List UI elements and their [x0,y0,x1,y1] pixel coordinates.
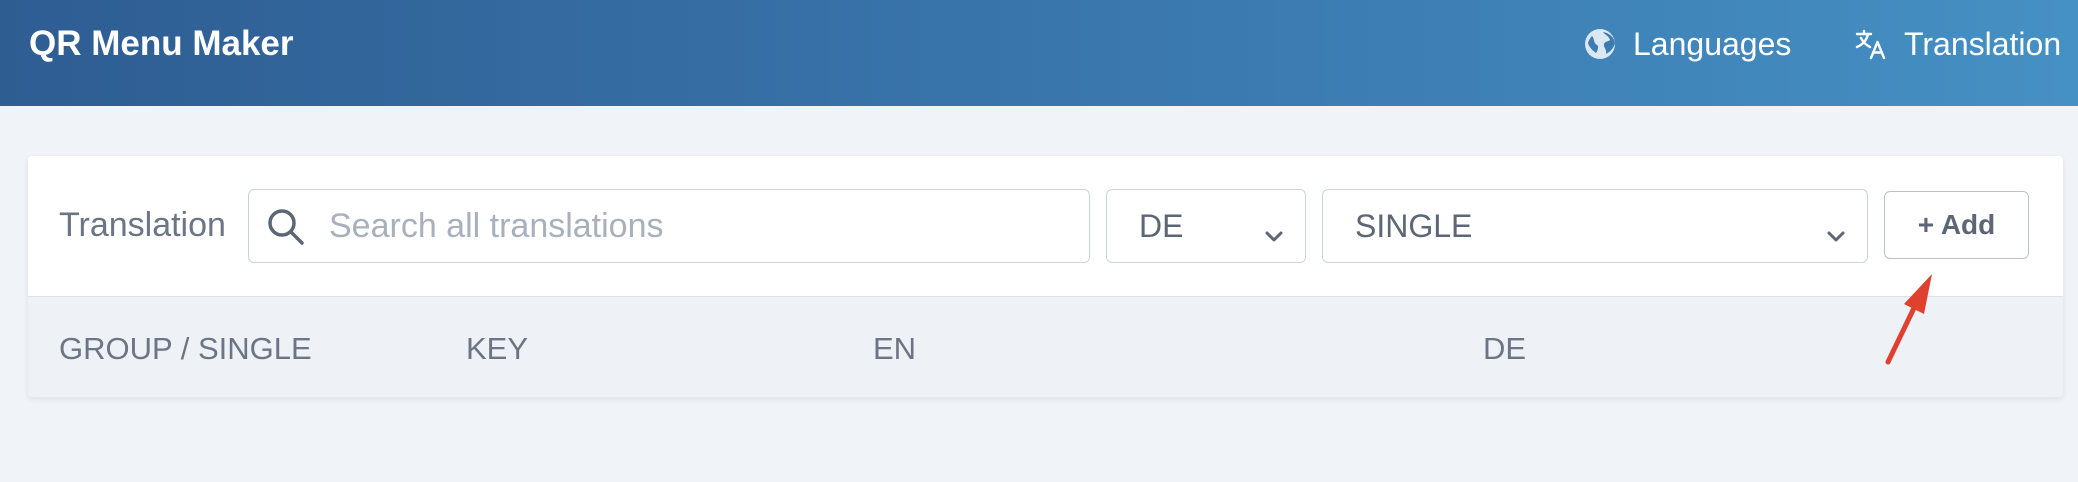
nav-languages-label: Languages [1633,25,1792,62]
search-icon [265,206,307,248]
app-title[interactable]: QR Menu Maker [29,24,294,64]
globe-icon [1583,27,1617,61]
translation-card: Translation DE SINGLE + Add GROUP / SING… [28,156,2063,397]
annotation-arrow-icon [1885,274,1932,365]
nav-languages[interactable]: Languages [1583,22,1791,66]
column-header-key[interactable]: KEY [466,331,528,367]
translation-heading: Translation [59,206,226,244]
language-select[interactable]: DE [1106,189,1306,263]
mode-select-value: SINGLE [1355,207,1473,244]
mode-select[interactable]: SINGLE [1322,189,1868,263]
column-header-de[interactable]: DE [1483,331,1526,367]
table-header-row: GROUP / SINGLE KEY EN DE [28,296,2063,397]
top-navbar: QR Menu Maker Languages Translation [0,0,2078,106]
search-field[interactable] [248,189,1090,263]
column-header-group[interactable]: GROUP / SINGLE [59,331,312,367]
chevron-down-icon [1263,217,1285,242]
language-select-value: DE [1139,207,1184,244]
nav-translation-label: Translation [1904,25,2062,62]
nav-translation[interactable]: Translation [1854,22,2061,66]
column-header-en[interactable]: EN [873,331,916,367]
search-input[interactable] [329,202,1069,250]
add-button[interactable]: + Add [1884,191,2029,259]
chevron-down-icon [1825,217,1847,242]
translate-icon [1854,27,1888,61]
